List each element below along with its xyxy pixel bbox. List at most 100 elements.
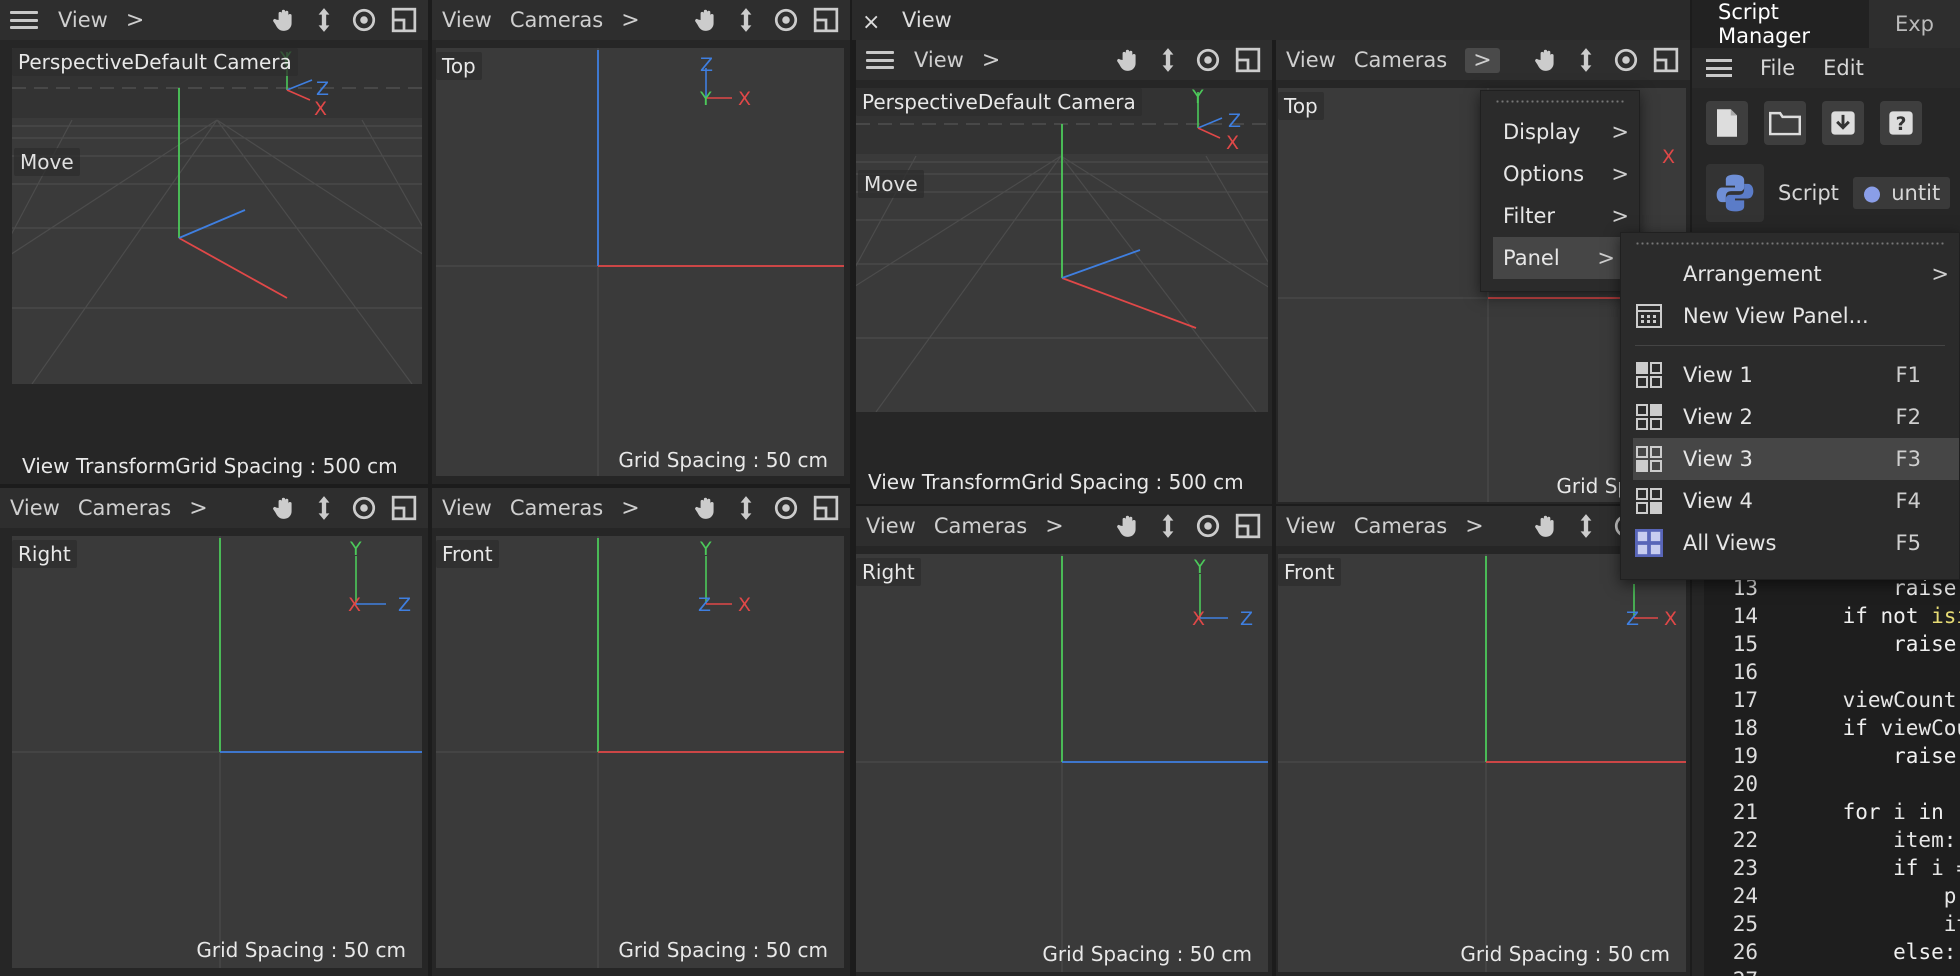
hamburger-icon[interactable] <box>10 11 38 29</box>
menu-item-display[interactable]: Display > <box>1481 111 1639 153</box>
move-arrows-icon[interactable] <box>1152 47 1184 73</box>
script-dropdown[interactable]: ● untit <box>1852 177 1951 209</box>
viewport-top-left[interactable]: View Cameras > Z Y X Top Grid Spacing : <box>432 0 850 484</box>
open-folder-icon[interactable] <box>1764 101 1806 145</box>
orbit-icon[interactable] <box>348 7 380 33</box>
perspective-canvas[interactable]: Y Z X PerspectiveDefault Camera Move <box>12 48 422 384</box>
view-menu[interactable]: View <box>914 48 964 72</box>
edit-menu[interactable]: Edit <box>1823 56 1864 80</box>
chevron-right-icon[interactable]: > <box>126 8 144 33</box>
new-file-icon[interactable] <box>1706 101 1748 145</box>
chevron-right-icon[interactable]: > <box>621 496 639 521</box>
hand-pan-icon[interactable] <box>268 495 300 521</box>
code-editor[interactable]: 13 raise Ty14 if not isins15 raise Ty161… <box>1704 570 1960 976</box>
hand-pan-icon[interactable] <box>690 7 722 33</box>
front-canvas[interactable]: Z X Front Grid Spacing : 50 cm <box>1278 554 1686 972</box>
hand-pan-icon[interactable] <box>1112 47 1144 73</box>
help-icon[interactable]: ? <box>1880 101 1922 145</box>
hand-pan-icon[interactable] <box>1530 513 1562 539</box>
view-menu[interactable]: View <box>442 496 492 520</box>
maximize-view-icon[interactable] <box>810 7 842 33</box>
move-arrows-icon[interactable] <box>1152 513 1184 539</box>
viewport-right-right[interactable]: View Cameras > Y X Z Right Grid Spacing <box>856 506 1272 976</box>
code-line[interactable]: for i in ran <box>1792 800 1960 824</box>
view-menu[interactable]: View <box>10 496 60 520</box>
hamburger-icon[interactable] <box>866 51 894 69</box>
move-arrows-icon[interactable] <box>1570 47 1602 73</box>
code-line[interactable]: if viewCount <box>1792 716 1960 740</box>
orbit-icon[interactable] <box>770 495 802 521</box>
hand-pan-icon[interactable] <box>268 7 300 33</box>
orbit-icon[interactable] <box>1610 47 1642 73</box>
view-menu[interactable]: View <box>1286 48 1336 72</box>
hand-pan-icon[interactable] <box>1530 47 1562 73</box>
menu-grip[interactable] <box>1635 233 1945 253</box>
view-menu[interactable]: View <box>1286 514 1336 538</box>
code-line[interactable]: item: c4 <box>1792 828 1960 852</box>
maximize-view-icon[interactable] <box>810 495 842 521</box>
view-menu[interactable]: View <box>58 8 108 32</box>
viewport-perspective-left[interactable]: View > Z X PerspectiveDefault Camera Mov… <box>0 0 428 484</box>
view-menu[interactable]: View <box>442 8 492 32</box>
orbit-icon[interactable] <box>348 495 380 521</box>
menu-item-arrangement[interactable]: Arrangement > <box>1621 253 1959 295</box>
front-canvas[interactable]: Y Z X Front Grid Spacing : 50 cm <box>436 536 844 968</box>
tab-explorer[interactable]: Exp <box>1869 0 1960 48</box>
right-canvas[interactable]: Y X Z Right Grid Spacing : 50 cm <box>12 536 422 968</box>
menu-item-all-views[interactable]: All Views F5 <box>1621 522 1959 564</box>
code-line[interactable]: iter <box>1792 912 1960 936</box>
viewport-right-left[interactable]: View Cameras > Y X Z Right Grid Spacing <box>0 488 428 976</box>
menu-item-new-view-panel[interactable]: New View Panel... <box>1621 295 1959 337</box>
move-arrows-icon[interactable] <box>308 495 340 521</box>
maximize-view-icon[interactable] <box>1232 513 1264 539</box>
maximize-view-icon[interactable] <box>388 495 420 521</box>
move-arrows-icon[interactable] <box>730 495 762 521</box>
chevron-right-icon[interactable]: > <box>982 48 1000 73</box>
code-line[interactable]: prin <box>1792 884 1960 908</box>
code-line[interactable]: raise Ty <box>1792 632 1960 656</box>
menu-item-view-4[interactable]: View 4 F4 <box>1621 480 1959 522</box>
cameras-menu[interactable]: Cameras <box>1354 48 1447 72</box>
top-canvas[interactable]: Z Y X Top Grid Spacing : 50 cm <box>436 48 844 476</box>
tab-script-manager[interactable]: Script Manager <box>1692 0 1869 48</box>
orbit-icon[interactable] <box>1192 47 1224 73</box>
code-line[interactable]: if i == <box>1792 856 1960 880</box>
chevron-right-icon[interactable]: > <box>1465 47 1500 73</box>
move-arrows-icon[interactable] <box>730 7 762 33</box>
viewport-front-left[interactable]: View Cameras > Y Z X Front Grid Spacing <box>432 488 850 976</box>
menu-item-view-2[interactable]: View 2 F2 <box>1621 396 1959 438</box>
orbit-icon[interactable] <box>770 7 802 33</box>
right-canvas[interactable]: Y X Z Right Grid Spacing : 50 cm <box>856 554 1268 972</box>
cameras-menu[interactable]: Cameras <box>78 496 171 520</box>
hand-pan-icon[interactable] <box>1112 513 1144 539</box>
menu-item-options[interactable]: Options > <box>1481 153 1639 195</box>
camera-label[interactable]: PerspectiveDefault Camera <box>12 48 298 76</box>
hand-pan-icon[interactable] <box>690 495 722 521</box>
cameras-menu[interactable]: Cameras <box>934 514 1027 538</box>
orbit-icon[interactable] <box>1192 513 1224 539</box>
code-line[interactable]: if not isins <box>1792 604 1960 628</box>
code-line[interactable]: viewCount: i <box>1792 688 1960 712</box>
maximize-view-icon[interactable] <box>388 7 420 33</box>
perspective-canvas[interactable]: Y Z X PerspectiveDefault Camera Move <box>856 88 1268 412</box>
move-arrows-icon[interactable] <box>308 7 340 33</box>
download-icon[interactable] <box>1822 101 1864 145</box>
camera-label[interactable]: PerspectiveDefault Camera <box>856 88 1142 116</box>
move-arrows-icon[interactable] <box>1570 513 1602 539</box>
menu-grip[interactable] <box>1495 91 1625 111</box>
close-window-icon[interactable]: × <box>862 10 880 35</box>
maximize-view-icon[interactable] <box>1650 47 1682 73</box>
file-menu[interactable]: File <box>1760 56 1795 80</box>
menu-item-view-3[interactable]: View 3 F3 <box>1633 438 1959 480</box>
hamburger-icon[interactable] <box>1706 59 1732 77</box>
view-menu[interactable]: View <box>866 514 916 538</box>
chevron-right-icon[interactable]: > <box>1045 514 1063 539</box>
menu-item-filter[interactable]: Filter > <box>1481 195 1639 237</box>
chevron-right-icon[interactable]: > <box>189 496 207 521</box>
viewport-perspective-right[interactable]: View > Y Z X PerspectiveDefault Camera M… <box>856 40 1272 504</box>
code-line[interactable]: else: <box>1792 940 1956 964</box>
menu-item-panel[interactable]: Panel > <box>1493 237 1625 279</box>
cameras-menu[interactable]: Cameras <box>510 8 603 32</box>
cameras-menu[interactable]: Cameras <box>510 496 603 520</box>
maximize-view-icon[interactable] <box>1232 47 1264 73</box>
